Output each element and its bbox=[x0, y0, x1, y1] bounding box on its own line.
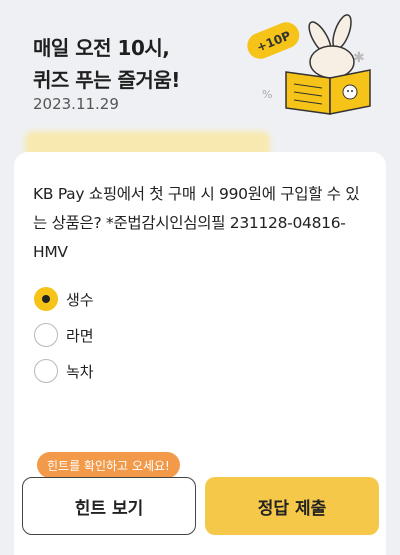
svg-text:✱: ✱ bbox=[353, 50, 365, 66]
svg-text:%: % bbox=[262, 88, 272, 101]
hint-button[interactable]: 힌트 보기 bbox=[22, 477, 196, 535]
submit-answer-button[interactable]: 정답 제출 bbox=[205, 477, 379, 535]
quiz-date: 2023.11.29 bbox=[33, 95, 119, 113]
option-1[interactable]: 생수 bbox=[34, 285, 94, 313]
option-label: 라면 bbox=[66, 326, 94, 345]
option-label: 생수 bbox=[66, 290, 94, 309]
option-3[interactable]: 녹차 bbox=[34, 357, 94, 385]
hint-tooltip: 힌트를 확인하고 오세요! bbox=[37, 452, 180, 484]
question-text: KB Pay 쇼핑에서 첫 구매 시 990원에 구입할 수 있는 상품은? *… bbox=[33, 185, 360, 261]
rabbit-reading-book-icon: ! ✱ % +10P bbox=[247, 13, 371, 115]
title-line-2: 퀴즈 푸는 즐거움! bbox=[33, 68, 180, 92]
radio-icon[interactable] bbox=[34, 323, 58, 347]
option-label: 녹차 bbox=[66, 362, 94, 381]
radio-selected-icon[interactable] bbox=[34, 287, 58, 311]
radio-icon[interactable] bbox=[34, 359, 58, 383]
option-2[interactable]: 라면 bbox=[34, 321, 94, 349]
title-line-1: 매일 오전 10시, bbox=[33, 36, 170, 60]
